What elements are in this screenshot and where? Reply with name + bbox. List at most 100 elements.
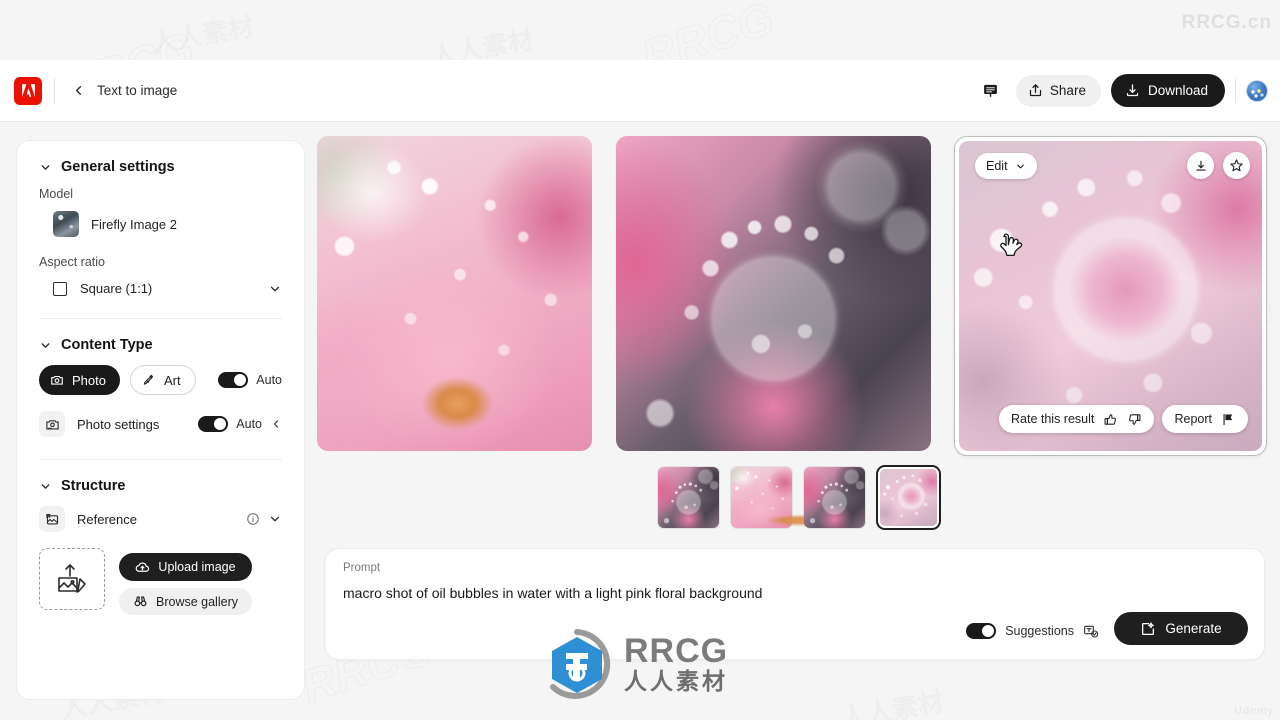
reference-row[interactable]: Reference — [39, 506, 282, 532]
result-image-2[interactable] — [616, 136, 931, 451]
back-button[interactable] — [67, 80, 89, 102]
content-type-art-button[interactable]: Art — [129, 365, 196, 395]
report-label: Report — [1174, 412, 1212, 426]
model-thumbnail-icon — [53, 211, 79, 237]
header-divider — [54, 77, 55, 104]
result-image-1-art — [317, 136, 592, 451]
chevron-down-icon — [39, 161, 52, 174]
feedback-icon[interactable] — [976, 76, 1006, 106]
rate-result-control[interactable]: Rate this result — [999, 405, 1155, 433]
app-header: Text to image Share Download — [0, 60, 1280, 122]
reference-actions — [246, 512, 282, 526]
reference-image-icon — [39, 506, 65, 532]
edit-dropdown-button[interactable]: Edit — [975, 153, 1037, 179]
mouse-cursor-icon — [997, 231, 1025, 268]
result-image-3-inner: Edit Rate this result Report — [959, 141, 1262, 451]
thumbs-down-icon[interactable] — [1127, 412, 1142, 427]
browse-gallery-label: Browse gallery — [156, 594, 238, 609]
photo-settings-row[interactable]: Photo settings Auto — [39, 411, 282, 437]
browse-gallery-button[interactable]: Browse gallery — [119, 588, 252, 615]
chevron-down-icon — [268, 282, 282, 296]
square-icon — [53, 281, 67, 296]
thumbs-up-icon[interactable] — [1103, 412, 1118, 427]
structure-title: Structure — [61, 478, 126, 494]
favorite-button[interactable] — [1223, 152, 1250, 179]
content-type-section: Content Type Photo Art Auto Photo settin… — [17, 319, 304, 460]
chevron-down-icon — [39, 480, 52, 493]
upload-image-button[interactable]: Upload image — [119, 553, 252, 581]
content-type-header[interactable]: Content Type — [39, 337, 282, 353]
generate-icon — [1142, 622, 1155, 635]
rrcg-logo-cn: 人人素材 — [624, 667, 728, 694]
content-type-auto-group: Auto — [218, 372, 282, 388]
photo-settings-icon — [39, 411, 65, 437]
general-settings-title: General settings — [61, 159, 175, 175]
adobe-logo-icon[interactable] — [14, 76, 42, 105]
content-type-auto-toggle[interactable] — [218, 372, 249, 388]
content-type-options: Photo Art Auto — [39, 365, 282, 395]
content-type-auto-label: Auto — [256, 373, 282, 387]
rate-label: Rate this result — [1011, 412, 1095, 426]
structure-section: Structure Reference Upload image Browse … — [17, 460, 304, 615]
chevron-down-icon — [39, 339, 52, 352]
result-image-1[interactable] — [317, 136, 592, 451]
result-image-2-art — [616, 136, 931, 451]
structure-header[interactable]: Structure — [39, 478, 282, 494]
reference-upload-area: Upload image Browse gallery — [39, 548, 282, 615]
thumbnail-item-2[interactable] — [730, 466, 793, 529]
download-button[interactable]: Download — [1110, 74, 1225, 107]
photo-settings-auto-label: Auto — [236, 417, 262, 431]
share-button[interactable]: Share — [1015, 74, 1101, 107]
suggestions-group: Suggestions — [966, 623, 1099, 639]
chevron-left-icon[interactable] — [270, 418, 282, 430]
header-divider-2 — [1235, 78, 1236, 103]
general-settings-section: General settings Model Firefly Image 2 A… — [17, 141, 304, 319]
model-label: Model — [39, 187, 74, 201]
star-icon — [1230, 159, 1243, 172]
photo-settings-label: Photo settings — [77, 416, 160, 432]
prompt-bar: Prompt macro shot of oil bubbles in wate… — [325, 548, 1265, 660]
aspect-ratio-dropdown[interactable]: Square (1:1) — [39, 275, 282, 302]
photo-settings-auto-toggle[interactable] — [198, 416, 229, 432]
thumbnail-item-4-selected[interactable] — [876, 465, 941, 530]
download-label: Download — [1147, 83, 1208, 98]
firefly-app-window: RRCG 人人素材 RRCG 人人素材 RRCG 人人素材 RRCG 人人素材 … — [0, 0, 1280, 720]
general-settings-header[interactable]: General settings — [39, 159, 282, 175]
content-type-photo-label: Photo — [72, 372, 106, 388]
upload-image-label: Upload image — [158, 560, 236, 574]
reference-label: Reference — [77, 511, 137, 527]
report-button[interactable]: Report — [1162, 405, 1248, 433]
ghost-watermark-cn: 人人素材 — [148, 6, 257, 61]
image-download-button[interactable] — [1187, 152, 1214, 179]
watermark-top-right: RRCG.cn — [1181, 12, 1272, 33]
share-label: Share — [1049, 83, 1086, 98]
breadcrumb-title: Text to image — [97, 83, 178, 98]
content-type-title: Content Type — [61, 337, 153, 353]
chevron-down-icon[interactable] — [268, 512, 282, 526]
chevron-down-icon — [1016, 164, 1024, 168]
header-actions: Share Download — [976, 74, 1280, 107]
model-value: Firefly Image 2 — [91, 216, 177, 232]
settings-sidebar: General settings Model Firefly Image 2 A… — [16, 140, 305, 700]
prompt-label: Prompt — [343, 562, 381, 574]
suggestions-toggle[interactable] — [966, 623, 997, 639]
model-selector[interactable]: Firefly Image 2 — [39, 207, 282, 241]
info-icon[interactable] — [246, 512, 260, 526]
aspect-ratio-label: Aspect ratio — [39, 255, 106, 269]
thumbnail-item-1[interactable] — [657, 466, 720, 529]
generate-button[interactable]: Generate — [1114, 612, 1248, 645]
prompt-input[interactable]: macro shot of oil bubbles in water with … — [343, 585, 762, 601]
photo-settings-auto-group: Auto — [198, 416, 282, 432]
thumbnail-item-3[interactable] — [803, 466, 866, 529]
suggestions-icon[interactable] — [1083, 623, 1099, 639]
upload-buttons: Upload image Browse gallery — [119, 548, 252, 615]
suggestions-label: Suggestions — [1005, 624, 1074, 638]
content-type-art-label: Art — [163, 372, 181, 388]
ghost-watermark-cn: 人人素材 — [838, 681, 947, 720]
edit-label: Edit — [986, 159, 1008, 173]
result-image-3-selected[interactable]: Edit Rate this result Report — [954, 136, 1267, 456]
aspect-ratio-value: Square (1:1) — [80, 281, 153, 296]
image-dropzone[interactable] — [39, 548, 105, 610]
content-type-photo-button[interactable]: Photo — [39, 365, 120, 395]
user-avatar[interactable] — [1246, 79, 1268, 102]
